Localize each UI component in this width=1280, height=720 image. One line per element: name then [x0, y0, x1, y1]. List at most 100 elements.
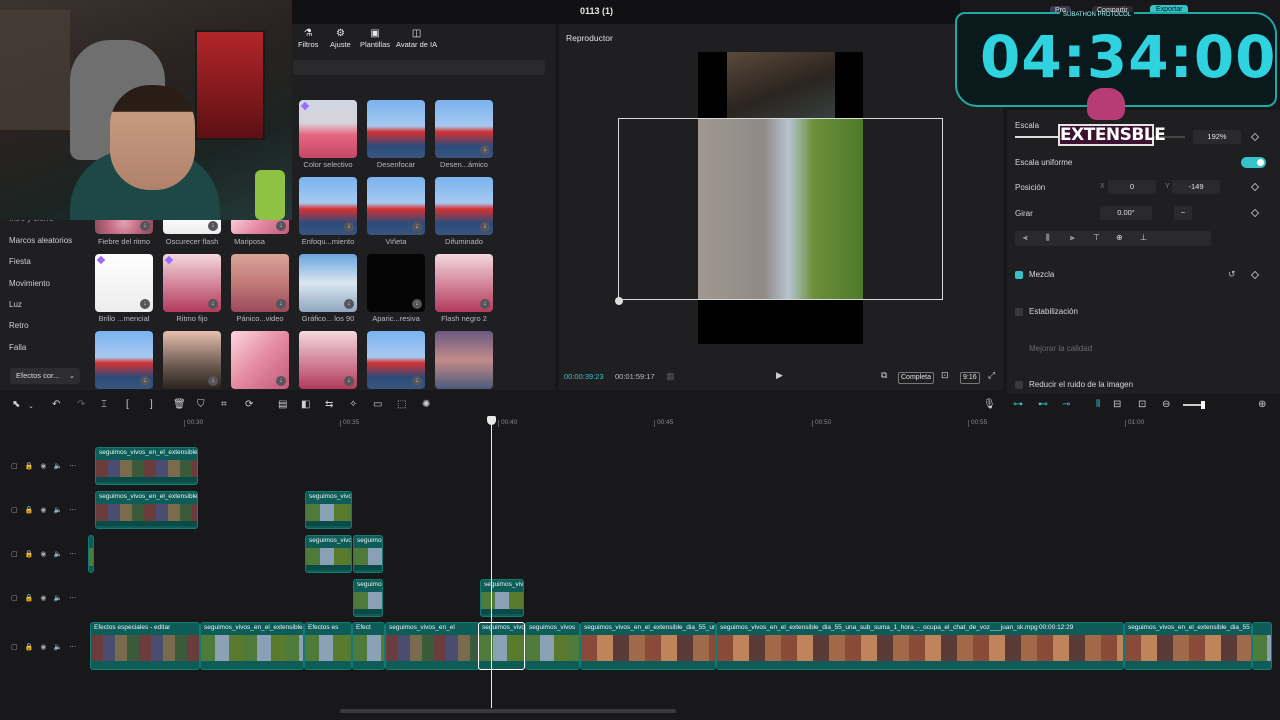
snapshot-icon[interactable]: ⊡	[941, 370, 949, 381]
tab-templates[interactable]: ▣ Plantillas	[360, 28, 390, 49]
effect-thumb[interactable]: ↓	[163, 331, 221, 389]
crop-tool-icon[interactable]: ⌗	[221, 399, 227, 410]
eye-icon[interactable]: ◉	[40, 551, 46, 558]
microphone-icon[interactable]: 🎙	[983, 399, 996, 410]
align-right-icon[interactable]: ⫸	[1070, 233, 1075, 243]
effect-thumb[interactable]	[435, 331, 493, 389]
more-icon[interactable]: ⋯	[69, 595, 76, 602]
timeline-clip-selected[interactable]: seguimos_vivo	[478, 622, 525, 670]
redo-icon[interactable]: ↷	[77, 399, 85, 410]
track-cover-icon[interactable]: ▢	[11, 551, 18, 558]
timeline-clip[interactable]: seguimos_vivos_en_el	[385, 622, 480, 670]
timeline-clip[interactable]	[1252, 622, 1272, 670]
effect-thumb-panic-video[interactable]: ↓	[231, 254, 289, 312]
blend-checkbox[interactable]	[1015, 271, 1023, 279]
crop-icon[interactable]: ⧉	[881, 370, 887, 381]
zoom-in-icon[interactable]: ⊕	[1258, 399, 1266, 410]
effect-thumb-blur[interactable]	[367, 100, 425, 158]
rotate-input[interactable]: 0.00°	[1100, 206, 1152, 220]
effects-category-dropdown[interactable]: Efectos cor... ⌄	[10, 368, 80, 384]
more-icon[interactable]: ⋯	[69, 463, 76, 470]
eye-icon[interactable]: ◉	[40, 595, 46, 602]
audio-icon[interactable]: 🔈	[53, 463, 62, 470]
selection-frame[interactable]	[615, 118, 943, 305]
timeline-scrollbar[interactable]	[340, 709, 676, 713]
snap-icon[interactable]: ⊸	[1062, 399, 1070, 410]
audio-icon[interactable]: 🔈	[53, 644, 62, 651]
fullscreen-icon[interactable]: ⤢	[988, 370, 995, 381]
speed-icon[interactable]: ⟳	[245, 399, 253, 410]
magnet-icon[interactable]: ⊷	[1038, 399, 1048, 410]
effect-thumb-fade[interactable]: ↓	[435, 177, 493, 235]
quality-button[interactable]: Completa	[898, 372, 934, 384]
timeline-clip[interactable]: seguimos_vivos	[525, 622, 580, 670]
mirror-icon[interactable]: ◧	[301, 399, 310, 410]
eye-icon[interactable]: ◉	[40, 463, 46, 470]
track-cover-icon[interactable]: ▢	[11, 463, 18, 470]
sidebar-item-party[interactable]: Fiesta	[9, 257, 31, 266]
freeze-icon[interactable]: ▤	[278, 399, 287, 410]
effect-thumb-focus[interactable]: ↓	[299, 177, 357, 235]
flip-button[interactable]: −	[1174, 206, 1192, 220]
sidebar-item-glitch[interactable]: Falla	[9, 343, 26, 352]
stabilize-checkbox[interactable]	[1015, 308, 1023, 316]
track-cover-icon[interactable]: ▢	[11, 595, 18, 602]
rotate-handle-icon[interactable]	[615, 297, 623, 305]
tab-filters[interactable]: ⚗ Filtros	[298, 28, 318, 49]
effect-thumb[interactable]: ↓	[231, 331, 289, 389]
more-icon[interactable]: ⋯	[69, 507, 76, 514]
audio-icon[interactable]: 🔈	[53, 595, 62, 602]
shield-icon[interactable]: ⛉	[197, 399, 205, 410]
more-icon[interactable]: ⋯	[69, 644, 76, 651]
magic-icon[interactable]: ✧	[349, 399, 357, 410]
eye-icon[interactable]: ◉	[40, 507, 46, 514]
sidebar-item-retro[interactable]: Retro	[9, 321, 29, 330]
timeline-clip[interactable]: seguimos_vivo	[480, 579, 524, 617]
timeline-ruler[interactable]	[90, 416, 1280, 430]
effect-thumb-fixed-rhythm[interactable]: ↓	[163, 254, 221, 312]
tab-ai-avatar[interactable]: ◫ Avatar de IA	[396, 28, 437, 49]
align-bottom-icon[interactable]: ⊥	[1140, 233, 1147, 242]
reverse-icon[interactable]: ⇆	[325, 399, 333, 410]
align-center-v-icon[interactable]: ⊕	[1116, 233, 1123, 242]
timeline-clip-effect[interactable]: Efect	[352, 622, 385, 670]
effects-search-input[interactable]	[293, 60, 545, 75]
timeline-clip-effect[interactable]: Efectos especiales - editar	[90, 622, 200, 670]
timeline-clip[interactable]	[88, 535, 94, 573]
tab-adjust[interactable]: ⚙ Ajuste	[330, 28, 351, 49]
timeline-clip[interactable]: seguimos_vivos_en_el_extensible	[95, 447, 198, 485]
timeline-clip[interactable]: seguimo	[353, 579, 383, 617]
reset-icon[interactable]: ↺	[1228, 269, 1236, 280]
undo-icon[interactable]: ↶	[52, 399, 60, 410]
position-y-input[interactable]: -149	[1172, 180, 1220, 194]
effect-thumb-vignette[interactable]: ↓	[367, 177, 425, 235]
preview-axis-icon[interactable]: ⫴	[1096, 399, 1100, 410]
timeline-clip[interactable]: seguimos_vivos_en_el_extensible_dia_55_u…	[580, 622, 716, 670]
timeline-clip[interactable]: seguimos_vivos_en_el_extensible	[200, 622, 304, 670]
eye-icon[interactable]: ◉	[40, 644, 46, 651]
ratio-button[interactable]: 9:16	[960, 372, 980, 384]
effect-thumb-black-flash-2[interactable]: ↓	[435, 254, 493, 312]
effect-thumb[interactable]: ↓	[95, 331, 153, 389]
chevron-down-icon[interactable]: ⌄	[28, 402, 34, 410]
captions-icon[interactable]: ▭	[373, 399, 382, 410]
playhead[interactable]	[491, 418, 492, 708]
timeline-clip[interactable]: seguimos_vivo	[305, 535, 352, 573]
lock-icon[interactable]: 🔒	[25, 551, 34, 558]
delete-icon[interactable]: 🗑	[173, 399, 186, 410]
lock-icon[interactable]: 🔒	[25, 463, 34, 470]
align-top-icon[interactable]: ⊤	[1093, 233, 1100, 242]
sidebar-item-movement[interactable]: Movimiento	[9, 279, 50, 288]
ai-effects-icon[interactable]: ✺	[422, 399, 430, 410]
effect-thumb[interactable]: ↓	[299, 331, 357, 389]
effect-thumb-dynamic-blur[interactable]: ↓	[435, 100, 493, 158]
fit-icon[interactable]: ⊡	[1138, 399, 1146, 410]
timeline-clip-effect[interactable]: Efectos es	[304, 622, 352, 670]
noise-reduction-checkbox[interactable]	[1015, 381, 1023, 389]
align-left-icon[interactable]: ⫷	[1023, 233, 1028, 243]
more-icon[interactable]: ⋯	[69, 551, 76, 558]
trim-left-icon[interactable]: [	[126, 399, 129, 410]
select-tool-icon[interactable]: ⬉	[12, 399, 20, 410]
split-screen-icon[interactable]: ⊟	[1113, 399, 1121, 410]
export-frame-icon[interactable]: ⬚	[397, 399, 406, 410]
